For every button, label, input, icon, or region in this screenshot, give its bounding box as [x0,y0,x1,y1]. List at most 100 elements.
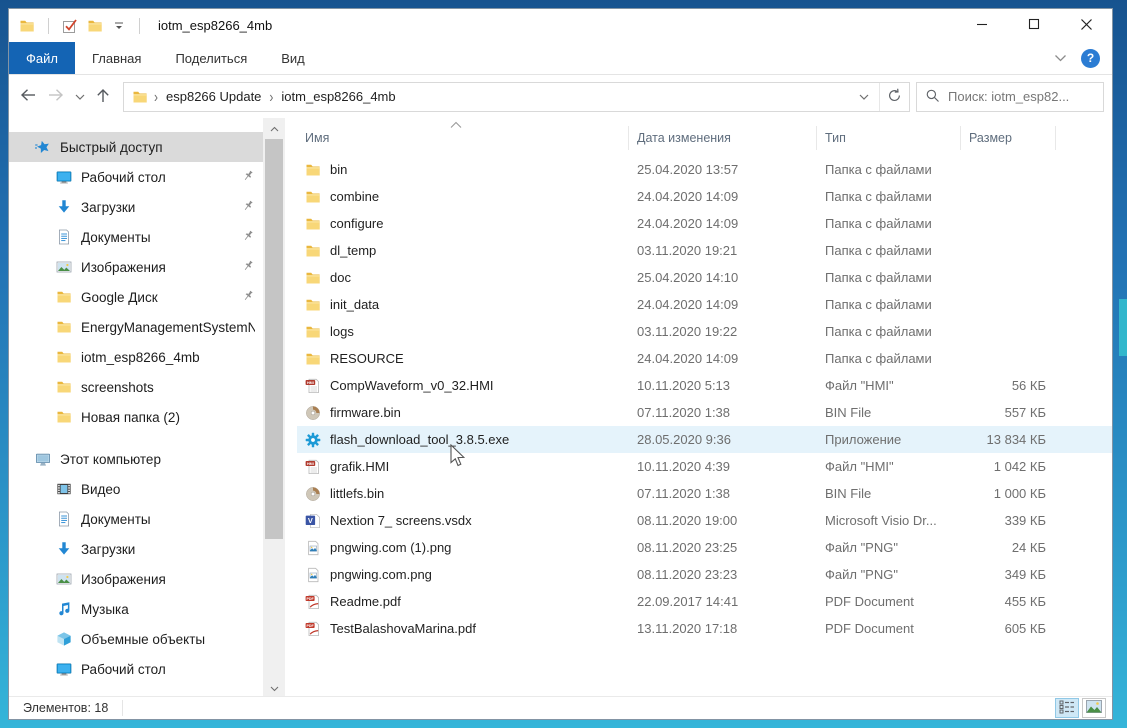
svg-text:PDF: PDF [307,623,315,627]
breadcrumb-separator-icon[interactable]: › [269,87,273,105]
file-row-dl-temp[interactable]: dl_temp03.11.2020 19:21Папка с файлами [297,237,1112,264]
search-box[interactable] [916,82,1104,112]
sidebar-item-рабочий-стол[interactable]: Рабочий стол [9,654,263,684]
file-row-resource[interactable]: RESOURCE24.04.2020 14:09Папка с файлами [297,345,1112,372]
sidebar-item-этот-компьютер[interactable]: Этот компьютер [9,444,263,474]
sidebar-item-label: screenshots [81,380,154,395]
file-name: logs [330,324,354,339]
sidebar-item-label: Google Диск [81,290,158,305]
sidebar-item-label: Загрузки [81,200,135,215]
modified-date: 08.11.2020 19:00 [629,513,817,528]
file-type: Папка с файлами [817,216,961,231]
sidebar-item-загрузки[interactable]: Загрузки [9,534,263,564]
folder-file-icon [305,189,321,205]
file-type: Приложение [817,432,961,447]
folder-file-icon [305,270,321,286]
folder-icon [56,289,72,305]
ribbon-tab-файл[interactable]: Файл [9,42,75,74]
ribbon-tabs: ФайлГлавнаяПоделитьсяВид ? [9,42,1112,75]
file-row-init-data[interactable]: init_data24.04.2020 14:09Папка с файлами [297,291,1112,318]
file-row-readme-pdf[interactable]: PDFReadme.pdf22.09.2017 14:41PDF Documen… [297,588,1112,615]
column-header-name[interactable]: Имя [297,126,629,150]
sidebar-scrollbar[interactable] [263,118,285,696]
maximize-button[interactable] [1008,9,1060,42]
file-row-littlefs-bin[interactable]: littlefs.bin07.11.2020 1:38BIN File1 000… [297,480,1112,507]
sidebar-item-screenshots[interactable]: screenshots [9,372,263,402]
minimize-button[interactable] [956,9,1008,42]
file-row-logs[interactable]: logs03.11.2020 19:22Папка с файлами [297,318,1112,345]
ribbon-collapse-icon[interactable] [1054,51,1067,66]
sidebar-item-label: Документы [81,230,151,245]
scrollbar-thumb[interactable] [265,139,283,539]
file-row-bin[interactable]: bin25.04.2020 13:57Папка с файлами [297,156,1112,183]
close-button[interactable] [1060,9,1112,42]
history-dropdown-icon[interactable] [75,89,85,104]
desktop-icon-fragment [1119,299,1127,356]
file-row-grafik-hmi[interactable]: HMIgrafik.HMI10.11.2020 4:39Файл "HMI"1 … [297,453,1112,480]
column-header-size[interactable]: Размер [961,126,1056,150]
scroll-down-icon[interactable] [263,678,285,696]
breadcrumb-item[interactable]: iotm_esp8266_4mb [279,87,397,106]
objects3d-icon [56,631,72,647]
address-bar[interactable]: › esp8266 Update › iotm_esp8266_4mb [123,82,910,112]
sidebar-item-загрузки[interactable]: Загрузки [9,192,263,222]
sort-ascending-icon[interactable] [449,117,463,132]
sidebar-item-label: Быстрый доступ [60,140,163,155]
pictures-icon [56,571,72,587]
file-row-flash-download-tool-3-8-5-exe[interactable]: flash_download_tool_3.8.5.exe28.05.2020 … [297,426,1112,453]
sidebar-item-новая-папка-2-[interactable]: Новая папка (2) [9,402,263,432]
address-dropdown-button[interactable] [849,83,879,111]
column-header-date[interactable]: Дата изменения [629,126,817,150]
file-row-configure[interactable]: configure24.04.2020 14:09Папка с файлами [297,210,1112,237]
forward-button[interactable] [47,87,65,106]
column-header-type[interactable]: Тип [817,126,961,150]
sidebar-item-label: Рабочий стол [81,662,166,677]
file-row-testbalashovamarina-pdf[interactable]: PDFTestBalashovaMarina.pdf13.11.2020 17:… [297,615,1112,642]
sidebar-item-iotm-esp8266-4mb[interactable]: iotm_esp8266_4mb [9,342,263,372]
help-button[interactable]: ? [1081,49,1100,68]
file-size: 1 000 КБ [961,486,1056,501]
qat-dropdown-icon[interactable] [112,19,126,33]
file-name: doc [330,270,351,285]
sidebar-item-документы[interactable]: Документы [9,222,263,252]
sidebar-item-музыка[interactable]: Музыка [9,594,263,624]
sidebar-item-быстрый-доступ[interactable]: Быстрый доступ [9,132,263,162]
sidebar-item-документы[interactable]: Документы [9,504,263,534]
file-type: Файл "PNG" [817,567,961,582]
ribbon-tab-главная[interactable]: Главная [75,42,158,74]
file-row-nextion-7-screens-vsdx[interactable]: VNextion 7_ screens.vsdx08.11.2020 19:00… [297,507,1112,534]
file-row-combine[interactable]: combine24.04.2020 14:09Папка с файлами [297,183,1112,210]
file-row-pngwing-com-1-png[interactable]: pngwing.com (1).png08.11.2020 23:25Файл … [297,534,1112,561]
file-size: 349 КБ [961,567,1056,582]
ribbon-tab-вид[interactable]: Вид [264,42,322,74]
new-folder-icon[interactable] [87,18,103,34]
file-row-compwaveform-v0-32-hmi[interactable]: HMICompWaveform_v0_32.HMI10.11.2020 5:13… [297,372,1112,399]
modified-date: 13.11.2020 17:18 [629,621,817,636]
file-row-pngwing-com-png[interactable]: pngwing.com.png08.11.2020 23:23Файл "PNG… [297,561,1112,588]
file-row-firmware-bin[interactable]: firmware.bin07.11.2020 1:38BIN File557 К… [297,399,1112,426]
sidebar-item-energymanagementsystemn[interactable]: EnergyManagementSystemN [9,312,263,342]
breadcrumb-item[interactable]: esp8266 Update [164,87,263,106]
sidebar-item-изображения[interactable]: Изображения [9,252,263,282]
thumbnails-view-button[interactable] [1082,698,1106,718]
ribbon-tab-поделиться[interactable]: Поделиться [158,42,264,74]
file-type: PDF Document [817,621,961,636]
up-button[interactable] [95,87,111,107]
file-type: Папка с файлами [817,351,961,366]
breadcrumb-separator-icon[interactable]: › [154,87,158,105]
properties-check-icon[interactable] [62,18,78,34]
search-input[interactable] [948,89,1095,104]
sidebar-item-google-диск[interactable]: Google Диск [9,282,263,312]
sidebar-item-рабочий-стол[interactable]: Рабочий стол [9,162,263,192]
file-row-doc[interactable]: doc25.04.2020 14:10Папка с файлами [297,264,1112,291]
sidebar-item-видео[interactable]: Видео [9,474,263,504]
bin-file-icon [305,486,321,502]
scroll-up-icon[interactable] [263,118,285,136]
hmi-file-icon: HMI [305,459,321,475]
details-view-button[interactable] [1055,698,1079,718]
sidebar-item-объемные-объекты[interactable]: Объемные объекты [9,624,263,654]
sidebar-item-изображения[interactable]: Изображения [9,564,263,594]
back-button[interactable] [19,87,37,106]
refresh-button[interactable] [879,83,909,111]
pin-icon [241,229,255,246]
